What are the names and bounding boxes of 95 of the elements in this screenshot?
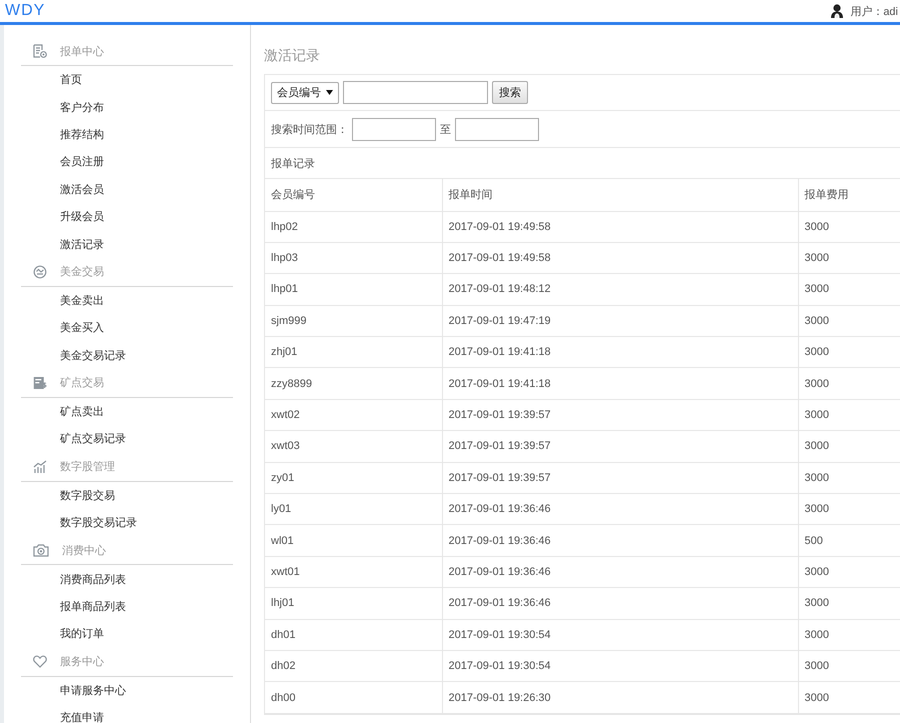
table-cell: xwt01 <box>265 556 442 588</box>
table-cell: ly01 <box>265 494 442 525</box>
table-cell: 2017-09-01 19:49:58 <box>442 242 798 274</box>
range-separator: 至 <box>440 122 451 136</box>
sidebar-item[interactable]: 首页 <box>21 66 233 94</box>
search-field[interactable] <box>343 81 488 104</box>
section-title: 美金交易 <box>60 264 104 280</box>
sidebar-item[interactable]: 美金卖出 <box>21 286 233 314</box>
table-cell: sjm999 <box>265 305 442 337</box>
sidebar-item[interactable]: 美金交易记录 <box>21 342 233 369</box>
table-cell: 3000 <box>798 650 900 682</box>
table-cell: 500 <box>798 524 900 556</box>
table-cell: lhp01 <box>265 274 442 306</box>
camera-icon <box>33 543 49 558</box>
table-cell: 2017-09-01 19:41:18 <box>442 368 798 400</box>
table-cell: 3000 <box>798 494 900 525</box>
table-cell: 2017-09-01 19:36:46 <box>442 556 798 588</box>
sidebar-item[interactable]: 消费商品列表 <box>21 565 233 593</box>
section-title: 数字股管理 <box>60 460 115 474</box>
sidebar-item[interactable]: 矿点交易记录 <box>21 425 233 453</box>
table-cell: lhp03 <box>265 242 442 274</box>
table-cell: 3000 <box>798 242 900 274</box>
sidebar-item[interactable]: 美金买入 <box>21 314 233 342</box>
table-cell: lhj01 <box>265 588 442 620</box>
sidebar-item[interactable]: 申请服务中心 <box>21 676 233 704</box>
sidebar-item[interactable]: 报单商品列表 <box>21 592 233 620</box>
table-caption: 报单记录 <box>265 148 900 179</box>
search-button[interactable]: 搜索 <box>492 81 528 104</box>
section-title: 服务中心 <box>60 654 104 670</box>
table-cell: 2017-09-01 19:39:57 <box>442 462 798 494</box>
user-name[interactable]: 用户：adi <box>850 4 898 18</box>
sidebar-item[interactable]: 客户分布 <box>21 93 233 121</box>
table-cell: 3000 <box>798 556 900 588</box>
section-title: 矿点交易 <box>60 376 104 390</box>
table-cell: lhp02 <box>265 211 442 242</box>
table-cell: 3000 <box>798 430 900 462</box>
table-cell: 3000 <box>798 682 900 714</box>
logo-text[interactable]: WDY <box>5 1 46 21</box>
table-cell: 2017-09-01 19:41:18 <box>442 336 798 368</box>
table-cell: xwt03 <box>265 430 442 462</box>
table-cell: 2017-09-01 19:39:57 <box>442 399 798 431</box>
start-date-field[interactable] <box>352 118 436 140</box>
sidebar-item[interactable]: 充值申请 <box>21 704 233 723</box>
dollar-document-icon <box>33 376 47 390</box>
page-title: 激活记录 <box>264 46 321 65</box>
table-cell: wl01 <box>265 524 442 556</box>
section-title: 消费中心 <box>62 544 106 558</box>
column-header: 会员编号 <box>265 179 442 211</box>
caret-icon <box>326 90 333 95</box>
sidebar-item[interactable]: 激活会员 <box>21 176 233 203</box>
table-cell: 2017-09-01 19:36:46 <box>442 588 798 620</box>
table-cell: 3000 <box>798 462 900 494</box>
table-cell: zzy8899 <box>265 368 442 400</box>
section-title: 报单中心 <box>60 44 104 58</box>
table-cell: xwt02 <box>265 399 442 431</box>
table-cell: 3000 <box>798 368 900 400</box>
table-cell: 2017-09-01 19:36:46 <box>442 524 798 556</box>
table-cell: 3000 <box>798 619 900 650</box>
sidebar-item[interactable]: 会员注册 <box>21 148 233 176</box>
sidebar-item[interactable]: 推荐结构 <box>21 120 233 148</box>
exchange-icon <box>33 264 47 279</box>
table-cell: dh02 <box>265 650 442 682</box>
table-cell: 2017-09-01 19:48:12 <box>442 274 798 306</box>
table-cell: 2017-09-01 19:49:58 <box>442 211 798 242</box>
field-select[interactable]: 会员编号 <box>271 82 339 104</box>
sidebar-item[interactable]: 激活记录 <box>21 230 233 258</box>
table-cell: 3000 <box>798 274 900 306</box>
sidebar-item[interactable]: 我的订单 <box>21 620 233 648</box>
table-cell: 3000 <box>798 588 900 620</box>
table-cell: 2017-09-01 19:39:57 <box>442 430 798 462</box>
table-cell: 2017-09-01 19:36:46 <box>442 494 798 525</box>
time-range-label: 搜索时间范围： <box>271 122 348 136</box>
table-cell: 2017-09-01 19:30:54 <box>442 619 798 650</box>
document-icon <box>33 44 47 58</box>
sidebar-item[interactable]: 升级会员 <box>21 202 233 230</box>
heart-icon <box>33 655 47 668</box>
table-cell: 2017-09-01 19:30:54 <box>442 650 798 682</box>
table-cell: dh01 <box>265 619 442 650</box>
table-cell: 3000 <box>798 399 900 431</box>
column-header: 报单费用 <box>798 179 900 211</box>
sidebar-item[interactable]: 数字股交易记录 <box>21 509 233 536</box>
table-cell: dh00 <box>265 682 442 714</box>
avatar-icon[interactable] <box>829 4 846 18</box>
chart-icon <box>33 460 47 474</box>
end-date-field[interactable] <box>455 118 539 140</box>
table-cell: 3000 <box>798 336 900 368</box>
table-cell: 2017-09-01 19:47:19 <box>442 305 798 337</box>
table-cell: 3000 <box>798 305 900 337</box>
sidebar-item[interactable]: 矿点卖出 <box>21 398 233 426</box>
sidebar-item[interactable]: 数字股交易 <box>21 482 233 510</box>
table-cell: 3000 <box>798 211 900 242</box>
table-cell: 2017-09-01 19:26:30 <box>442 682 798 714</box>
column-header: 报单时间 <box>442 179 798 211</box>
table-cell: zy01 <box>265 462 442 494</box>
table-cell: zhj01 <box>265 336 442 368</box>
